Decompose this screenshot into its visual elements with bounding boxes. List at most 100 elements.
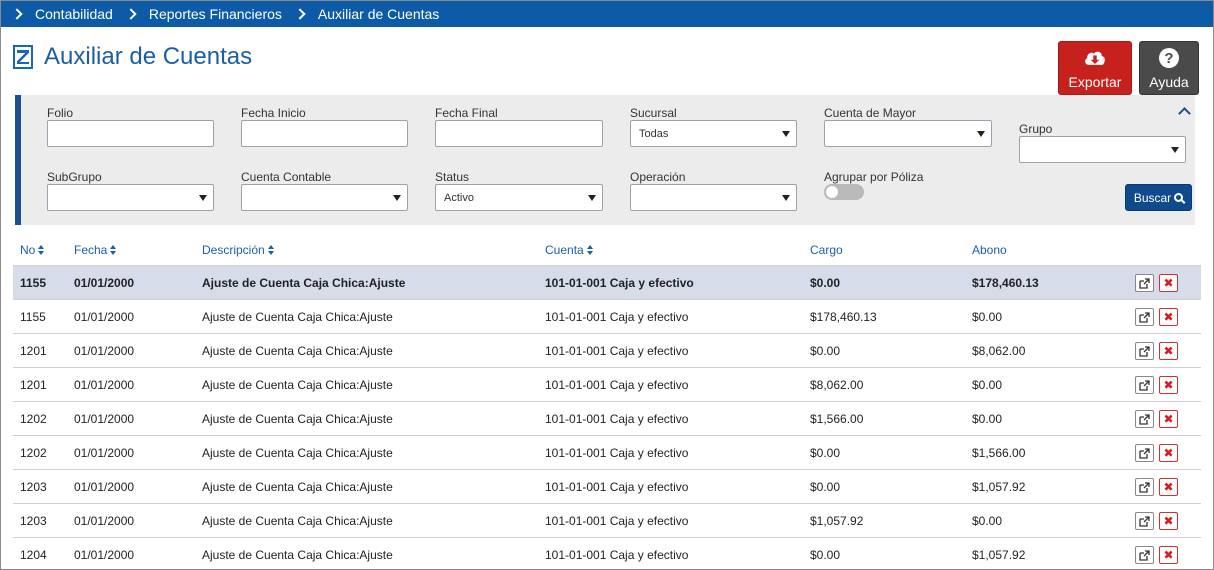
edit-button[interactable]: [1135, 342, 1154, 360]
delete-button[interactable]: ✖: [1159, 546, 1178, 564]
edit-button[interactable]: [1135, 546, 1154, 564]
edit-button[interactable]: [1135, 410, 1154, 428]
close-icon: ✖: [1163, 446, 1174, 460]
sort-icon: [267, 245, 275, 255]
table-row[interactable]: 1155 01/01/2000 Ajuste de Cuenta Caja Chic…: [13, 265, 1201, 299]
status-label: Status: [435, 170, 470, 184]
edit-button[interactable]: [1135, 512, 1154, 530]
filter-panel: Folio Fecha Inicio Fecha Final Sucursal …: [15, 95, 1195, 225]
cloud-download-icon: [1083, 46, 1107, 70]
cell-no: 1204: [20, 548, 47, 562]
table-row[interactable]: 1201 01/01/2000 Ajuste de Cuenta Caja Chic…: [13, 367, 1201, 401]
search-button[interactable]: Buscar: [1125, 184, 1192, 211]
close-icon: ✖: [1163, 480, 1174, 494]
column-header-cargo: Cargo: [810, 243, 843, 257]
help-button[interactable]: ? Ayuda: [1139, 41, 1199, 95]
delete-button[interactable]: ✖: [1159, 444, 1178, 462]
grupo-select[interactable]: [1019, 136, 1186, 163]
breadcrumb-item-contabilidad[interactable]: Contabilidad: [11, 6, 113, 22]
cell-fecha: 01/01/2000: [74, 412, 135, 426]
column-header-fecha[interactable]: Fecha: [74, 243, 117, 257]
agrupar-toggle[interactable]: [824, 184, 864, 200]
cuenta-contable-select[interactable]: [241, 184, 408, 211]
folio-input[interactable]: [47, 120, 214, 147]
cell-descripcion: Ajuste de Cuenta Caja Chica:Ajuste: [202, 514, 393, 528]
cell-abono: $8,062.00: [972, 344, 1026, 358]
cell-descripcion: Ajuste de Cuenta Caja Chica:Ajuste: [202, 446, 393, 460]
cell-cuenta: 101-01-001 Caja y efectivo: [545, 412, 689, 426]
cell-cargo: $1,566.00: [810, 412, 864, 426]
cuenta-mayor-select[interactable]: [824, 120, 992, 147]
column-header-abono: Abono: [972, 243, 1007, 257]
edit-button[interactable]: [1135, 478, 1154, 496]
table-row[interactable]: 1203 01/01/2000 Ajuste de Cuenta Caja Chic…: [13, 469, 1201, 503]
table-row[interactable]: 1155 01/01/2000 Ajuste de Cuenta Caja Chic…: [13, 299, 1201, 333]
breadcrumb-label[interactable]: Contabilidad: [35, 6, 113, 22]
cell-cuenta: 101-01-001 Caja y efectivo: [545, 310, 689, 324]
breadcrumb-item-reportes[interactable]: Reportes Financieros: [125, 6, 282, 22]
delete-button[interactable]: ✖: [1159, 478, 1178, 496]
external-link-icon: [1139, 345, 1150, 357]
status-value: Activo: [444, 191, 474, 204]
table-body: 1155 01/01/2000 Ajuste de Cuenta Caja Chic…: [13, 265, 1201, 569]
cell-descripcion: Ajuste de Cuenta Caja Chica:Ajuste: [202, 548, 393, 562]
column-header-no[interactable]: No: [20, 243, 45, 257]
breadcrumb-item-auxiliar[interactable]: Auxiliar de Cuentas: [294, 6, 439, 22]
cell-cargo: $1,057.92: [810, 514, 864, 528]
fecha-final-input[interactable]: [435, 120, 603, 147]
help-button-label: Ayuda: [1149, 74, 1189, 90]
cell-descripcion: Ajuste de Cuenta Caja Chica:Ajuste: [202, 310, 393, 324]
table-row[interactable]: 1202 01/01/2000 Ajuste de Cuenta Caja Chic…: [13, 435, 1201, 469]
cuenta-contable-label: Cuenta Contable: [241, 170, 332, 184]
close-icon: ✖: [1163, 412, 1174, 426]
delete-button[interactable]: ✖: [1159, 274, 1178, 292]
column-header-cuenta[interactable]: Cuenta: [545, 243, 594, 257]
subgrupo-select[interactable]: [47, 184, 214, 211]
table-row[interactable]: 1202 01/01/2000 Ajuste de Cuenta Caja Chic…: [13, 401, 1201, 435]
cell-cargo: $0.00: [810, 480, 841, 494]
caret-down-icon: [782, 131, 790, 137]
cell-cargo: $0.00: [810, 276, 841, 290]
external-link-icon: [1139, 413, 1150, 425]
delete-button[interactable]: ✖: [1159, 410, 1178, 428]
column-header-descripcion[interactable]: Descripción: [202, 243, 275, 257]
delete-button[interactable]: ✖: [1159, 512, 1178, 530]
fecha-inicio-input[interactable]: [241, 120, 408, 147]
export-button[interactable]: Exportar: [1058, 41, 1132, 95]
sucursal-select[interactable]: Todas: [630, 120, 797, 147]
delete-button[interactable]: ✖: [1159, 376, 1178, 394]
sort-icon: [38, 245, 45, 255]
delete-button[interactable]: ✖: [1159, 342, 1178, 360]
close-icon: ✖: [1163, 344, 1174, 358]
cell-cuenta: 101-01-001 Caja y efectivo: [545, 446, 689, 460]
edit-button[interactable]: [1135, 308, 1154, 326]
caret-down-icon: [977, 131, 985, 137]
status-select[interactable]: Activo: [435, 184, 603, 211]
breadcrumb-label[interactable]: Reportes Financieros: [149, 6, 282, 22]
cell-fecha: 01/01/2000: [74, 378, 135, 392]
question-circle-icon: ?: [1157, 46, 1181, 70]
chevron-right-icon: [125, 8, 137, 20]
edit-button[interactable]: [1135, 274, 1154, 292]
breadcrumb-label[interactable]: Auxiliar de Cuentas: [318, 6, 439, 22]
edit-button[interactable]: [1135, 444, 1154, 462]
table-row[interactable]: 1201 01/01/2000 Ajuste de Cuenta Caja Chic…: [13, 333, 1201, 367]
chevron-up-icon[interactable]: [1178, 107, 1191, 120]
table-header: No Fecha Descripción Cuenta Cargo Abono: [13, 235, 1201, 265]
table-row[interactable]: 1203 01/01/2000 Ajuste de Cuenta Caja Chic…: [13, 503, 1201, 537]
close-icon: ✖: [1163, 310, 1174, 324]
delete-button[interactable]: ✖: [1159, 308, 1178, 326]
sort-icon: [110, 245, 117, 255]
table-row[interactable]: 1204 01/01/2000 Ajuste de Cuenta Caja Chic…: [13, 537, 1201, 569]
cell-abono: $0.00: [972, 378, 1003, 392]
cell-cuenta: 101-01-001 Caja y efectivo: [545, 514, 689, 528]
edit-button[interactable]: [1135, 376, 1154, 394]
folio-label: Folio: [47, 106, 74, 120]
search-icon: [1174, 193, 1184, 202]
cell-fecha: 01/01/2000: [74, 344, 135, 358]
operacion-select[interactable]: [630, 184, 797, 211]
cell-descripcion: Ajuste de Cuenta Caja Chica:Ajuste: [202, 276, 406, 290]
cell-descripcion: Ajuste de Cuenta Caja Chica:Ajuste: [202, 480, 393, 494]
cell-no: 1155: [20, 310, 46, 324]
external-link-icon: [1139, 311, 1150, 323]
